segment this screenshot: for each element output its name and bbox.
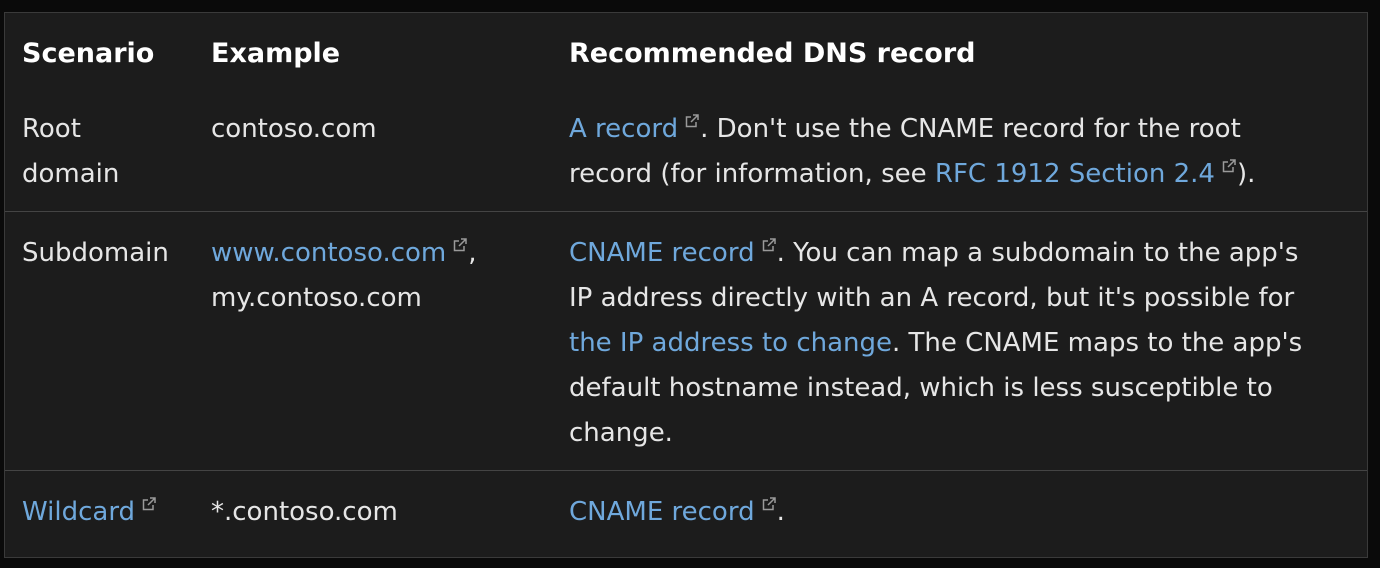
scenario-text: domain (22, 159, 120, 189)
external-link-icon (452, 237, 468, 253)
www-contoso-link[interactable]: www.contoso.com (211, 238, 468, 268)
link-label[interactable]: www.contoso.com (211, 238, 446, 268)
scenario-cell: Wildcard (5, 471, 211, 550)
recommendation-cell: CNAME record. (569, 471, 1367, 550)
ip-address-change-link[interactable]: the IP address to change (569, 328, 892, 358)
a-record-link[interactable]: A record (569, 114, 700, 144)
scenario-cell: Subdomain (5, 212, 211, 471)
recommendation-text: IP address directly with an A record, bu… (569, 283, 1295, 313)
example-text: my.contoso.com (211, 283, 422, 313)
table-header-row: Scenario Example Recommended DNS record (5, 13, 1367, 93)
dns-records-table: Scenario Example Recommended DNS record … (5, 13, 1367, 549)
recommendation-text: . (776, 497, 785, 527)
header-scenario: Scenario (22, 37, 155, 69)
wildcard-link[interactable]: Wildcard (22, 497, 157, 527)
recommendation-cell: A record . Don't use the CNAME record for… (569, 93, 1367, 212)
external-link-icon (761, 237, 777, 253)
example-cell: contoso.com (211, 93, 569, 212)
external-link-icon (141, 496, 157, 512)
scenario-text: Subdomain (22, 238, 169, 268)
recommendation-cell: CNAME record . You can map a subdomain to… (569, 212, 1367, 471)
header-recommended-dns-record: Recommended DNS record (569, 37, 976, 69)
cname-record-link[interactable]: CNAME record (569, 238, 777, 268)
link-label[interactable]: RFC 1912 Section 2.4 (935, 159, 1215, 189)
example-text: contoso.com (211, 114, 377, 144)
recommendation-text: . You can map a subdomain to the app's (776, 238, 1299, 268)
table-row: Wildcard *.contoso.com CNAME record. (5, 471, 1367, 550)
link-label[interactable]: Wildcard (22, 497, 135, 527)
rfc-1912-link[interactable]: RFC 1912 Section 2.4 (935, 159, 1237, 189)
recommendation-text: default hostname instead, which is less … (569, 373, 1273, 403)
link-label[interactable]: CNAME record (569, 238, 755, 268)
example-cell: *.contoso.com (211, 471, 569, 550)
header-example: Example (211, 37, 341, 69)
link-label[interactable]: A record (569, 114, 678, 144)
external-link-icon (684, 113, 700, 129)
table-row: Root domain contoso.com A record . Don't … (5, 93, 1367, 212)
scenario-text: Root (22, 114, 81, 144)
external-link-icon (1221, 158, 1237, 174)
external-link-icon (761, 496, 777, 512)
link-label[interactable]: CNAME record (569, 497, 755, 527)
scenario-cell: Root domain (5, 93, 211, 212)
example-cell: www.contoso.com, my.contoso.com (211, 212, 569, 471)
recommendation-text: . Don't use the CNAME record for the roo… (700, 114, 1241, 144)
recommendation-text: change. (569, 418, 673, 448)
recommendation-text: record (for information, see (569, 159, 935, 189)
example-text: *.contoso.com (211, 497, 398, 527)
cname-record-link[interactable]: CNAME record (569, 497, 777, 527)
recommendation-text: . The CNAME maps to the app's (892, 328, 1303, 358)
dns-records-table-container: Scenario Example Recommended DNS record … (4, 12, 1368, 558)
table-row: Subdomain www.contoso.com, my.contoso.co… (5, 212, 1367, 471)
example-separator: , (468, 238, 477, 268)
recommendation-text: ). (1236, 159, 1256, 189)
